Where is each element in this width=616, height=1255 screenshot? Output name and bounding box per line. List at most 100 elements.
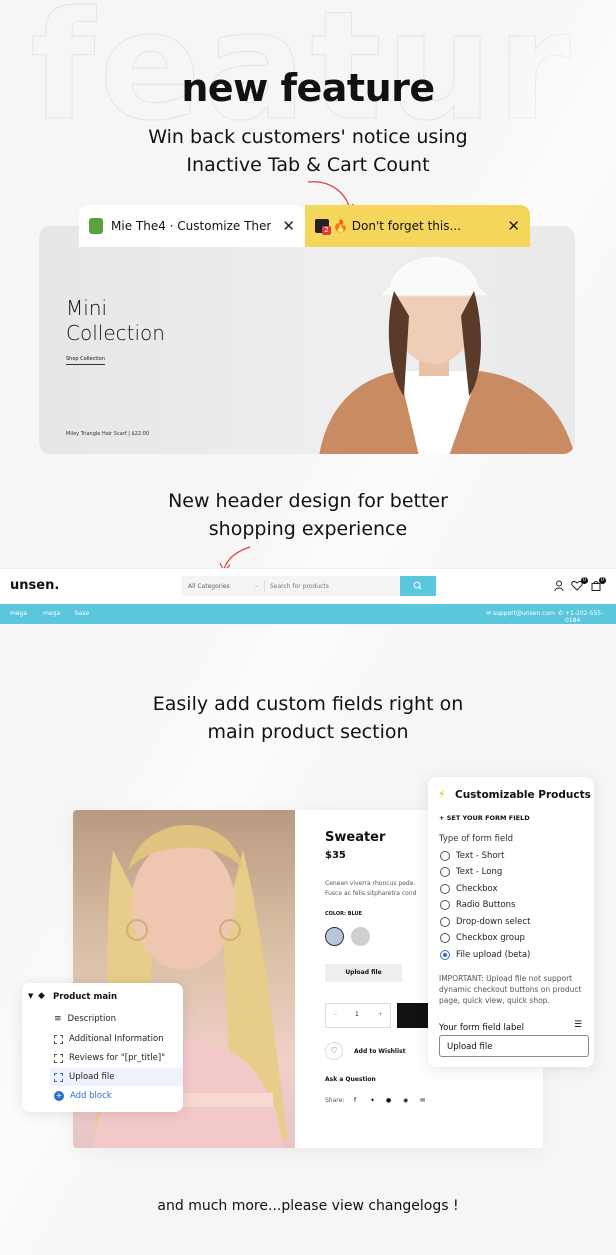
section3-line1: Easily add custom fields right on xyxy=(152,693,464,715)
quantity-stepper: – 1 + xyxy=(325,1003,391,1028)
radio-file-upload[interactable]: File upload (beta) xyxy=(440,950,530,960)
radio-dropdown-select[interactable]: Drop-down select xyxy=(440,917,530,927)
qty-value[interactable]: 1 xyxy=(355,1011,359,1018)
store-header: unsen. All Categories ⌄ Search for produ… xyxy=(0,568,616,604)
tab-active[interactable]: Mie The4 · Customize Theme ✕ xyxy=(79,205,305,247)
product-title: Sweater xyxy=(325,830,386,845)
tree-item-label: Reviews for "[pr_title]" xyxy=(69,1053,166,1063)
cart-badge-count: 2 xyxy=(322,226,331,235)
block-icon xyxy=(54,1072,63,1082)
radio-circle xyxy=(440,917,450,927)
divider xyxy=(264,580,265,592)
nav-item-mega-1[interactable]: mega xyxy=(10,610,27,617)
qty-minus[interactable]: – xyxy=(334,1011,337,1018)
model-illustration xyxy=(319,255,575,454)
section3-line2: main product section xyxy=(207,721,409,743)
pinterest-icon[interactable]: ● xyxy=(386,1097,391,1104)
radio-text-short[interactable]: Text - Short xyxy=(440,851,504,861)
radio-text-long[interactable]: Text - Long xyxy=(440,867,502,877)
add-block-label: Add block xyxy=(70,1091,112,1101)
radio-radio-buttons[interactable]: Radio Buttons xyxy=(440,900,516,910)
hero-caption: Miley Triangle Hair Scarf | $22.00 xyxy=(66,431,149,437)
ask-question-link[interactable]: Ask a Question xyxy=(325,1076,376,1083)
section-subtitle-line1: Win back customers' notice using xyxy=(148,126,468,148)
product-desc-line2: Fusce ac felis sitpharetra cond xyxy=(325,890,417,897)
support-phone[interactable]: +1-202-555-0184 xyxy=(565,610,616,624)
set-form-field-link[interactable]: + SET YOUR FORM FIELD xyxy=(439,814,530,822)
shop-collection-link[interactable]: Shop Collection xyxy=(66,356,105,365)
radio-label: File upload (beta) xyxy=(456,950,531,960)
close-icon[interactable]: ✕ xyxy=(282,217,295,235)
telegram-icon[interactable]: ◉ xyxy=(403,1097,408,1104)
tab-inactive[interactable]: 2 🔥 Don't forget this... ✕ xyxy=(305,205,530,247)
radio-label: Radio Buttons xyxy=(456,900,516,910)
phone-icon: ✆ xyxy=(558,610,564,617)
store-logo[interactable]: unsen. xyxy=(10,578,59,593)
radio-label: Checkbox xyxy=(456,884,498,894)
mail-icon: ✉ xyxy=(486,610,492,617)
search-input[interactable]: Search for products xyxy=(270,583,329,590)
hero-title-line1: Mini xyxy=(66,296,108,320)
radio-label: Text - Long xyxy=(456,867,503,877)
qty-plus[interactable]: + xyxy=(378,1011,383,1018)
lines-icon: ≡ xyxy=(54,1014,62,1024)
cart-count: 0 xyxy=(599,577,606,584)
add-block-button[interactable]: + Add block xyxy=(54,1091,112,1101)
search-bar: All Categories ⌄ Search for products xyxy=(182,576,400,596)
tree-item-label: Upload file xyxy=(69,1072,115,1082)
field-label-input[interactable]: Upload file xyxy=(439,1035,589,1057)
facebook-icon[interactable]: f xyxy=(354,1097,356,1104)
tree-item-label: Description xyxy=(67,1014,116,1024)
chevron-down-icon: ⌄ xyxy=(254,582,260,589)
color-label: COLOR: BLUE xyxy=(325,911,363,917)
radio-circle-selected xyxy=(440,950,450,960)
nav-item-base[interactable]: base xyxy=(75,610,89,617)
hero-title: Mini Collection xyxy=(66,296,165,346)
hero-title-line2: Collection xyxy=(66,321,165,345)
form-type-label: Type of form field xyxy=(439,834,513,844)
product-desc-line1: Cenean viverra rhoncus pede. xyxy=(325,880,416,887)
tab-active-label: Mie The4 · Customize Theme xyxy=(111,219,271,233)
radio-checkbox[interactable]: Checkbox xyxy=(440,884,498,894)
radio-checkbox-group[interactable]: Checkbox group xyxy=(440,933,525,943)
tree-item-label: Additional Information xyxy=(69,1034,164,1044)
caret-down-icon[interactable]: ▼ xyxy=(28,992,33,1000)
nav-item-mega-2[interactable]: mega xyxy=(43,610,60,617)
email-icon[interactable]: ✉ xyxy=(420,1097,425,1104)
close-icon[interactable]: ✕ xyxy=(507,217,520,235)
shopify-icon xyxy=(89,218,103,234)
section-subtitle-line2: Inactive Tab & Cart Count xyxy=(186,154,430,176)
radio-circle xyxy=(440,933,450,943)
tree-item-description[interactable]: ≡ Description xyxy=(54,1014,116,1024)
hero-banner: Mini Collection Shop Collection Miley Tr… xyxy=(39,226,575,454)
tree-item-upload-file[interactable]: Upload file xyxy=(54,1072,114,1082)
radio-circle xyxy=(440,867,450,877)
tag-icon: ◆ xyxy=(38,991,45,1001)
heart-icon[interactable]: ♡ xyxy=(325,1042,343,1060)
radio-circle xyxy=(440,900,450,910)
upload-file-button[interactable]: Upload file xyxy=(325,964,402,982)
browser-tab-bar: Mie The4 · Customize Theme ✕ 2 🔥 Don't f… xyxy=(79,205,530,247)
lightning-icon: ⚡ xyxy=(438,788,446,801)
product-main-panel: ▼ ◆ Product main ≡ Description Additional… xyxy=(22,983,183,1112)
color-swatch-blue[interactable] xyxy=(325,927,344,946)
customizable-products-panel: ⚡ Customizable Products + SET YOUR FORM … xyxy=(428,777,594,1067)
plus-circle-icon: + xyxy=(54,1091,64,1101)
tree-item-reviews[interactable]: Reviews for "[pr_title]" xyxy=(54,1053,165,1063)
block-icon xyxy=(54,1034,63,1044)
database-icon[interactable]: ☰ xyxy=(574,1020,582,1030)
product-price: $35 xyxy=(325,850,346,861)
support-email[interactable]: support@unsen.com xyxy=(493,610,555,617)
tree-item-additional-info[interactable]: Additional Information xyxy=(54,1034,164,1044)
radio-label: Checkbox group xyxy=(456,933,525,943)
tree-title: Product main xyxy=(53,992,118,1002)
section2-line1: New header design for better xyxy=(168,490,448,512)
search-button[interactable] xyxy=(400,576,436,596)
radio-circle xyxy=(440,851,450,861)
twitter-icon[interactable]: ✦ xyxy=(370,1097,375,1104)
color-swatch-grey[interactable] xyxy=(351,927,370,946)
category-select[interactable]: All Categories xyxy=(188,583,230,590)
store-navbar: mega mega base ✉ support@unsen.com ✆ +1-… xyxy=(0,604,616,624)
add-to-wishlist-link[interactable]: Add to Wishlist xyxy=(354,1048,405,1055)
user-icon[interactable] xyxy=(554,580,564,592)
